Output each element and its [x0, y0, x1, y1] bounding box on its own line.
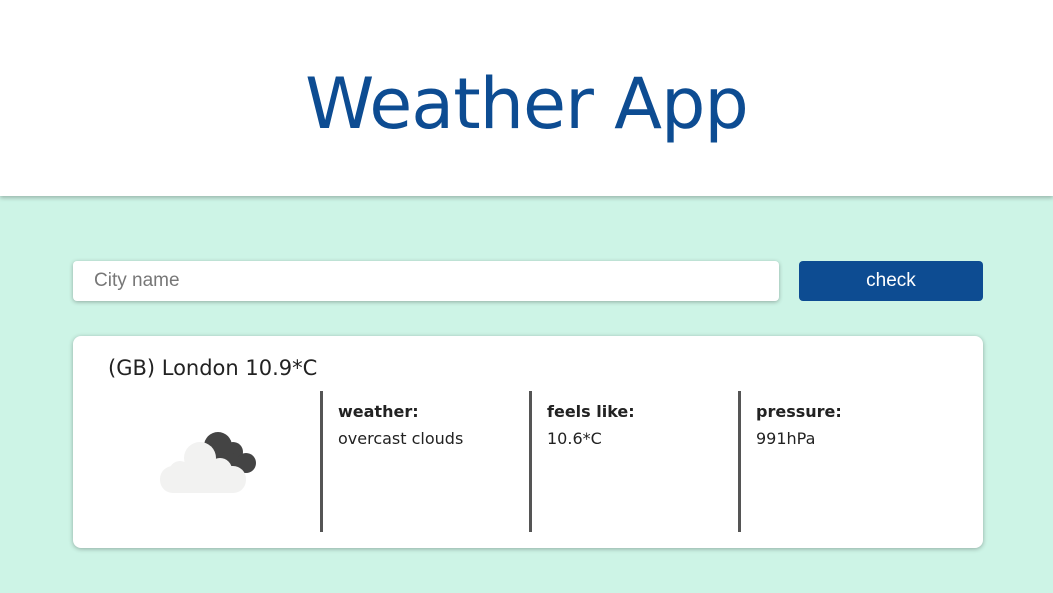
- overcast-clouds-icon: [160, 432, 256, 493]
- detail-label: feels like:: [547, 402, 635, 421]
- detail-label: pressure:: [756, 402, 842, 421]
- detail-value: overcast clouds: [338, 429, 464, 448]
- city-name-input[interactable]: [73, 261, 779, 301]
- detail-label: weather:: [338, 402, 419, 421]
- detail-feels-like: feels like: 10.6*C: [529, 391, 635, 532]
- search-bar: check: [73, 261, 983, 301]
- detail-pressure: pressure: 991hPa: [738, 391, 842, 532]
- detail-value: 991hPa: [756, 429, 816, 448]
- detail-weather: weather: overcast clouds: [320, 391, 463, 532]
- location-temperature: (GB) London 10.9*C: [108, 356, 318, 380]
- detail-value: 10.6*C: [547, 429, 602, 448]
- header: Weather App: [0, 0, 1053, 196]
- weather-card: (GB) London 10.9*C weather: overcast clo…: [73, 336, 983, 548]
- check-button[interactable]: check: [799, 261, 983, 301]
- page-title: Weather App: [305, 63, 749, 145]
